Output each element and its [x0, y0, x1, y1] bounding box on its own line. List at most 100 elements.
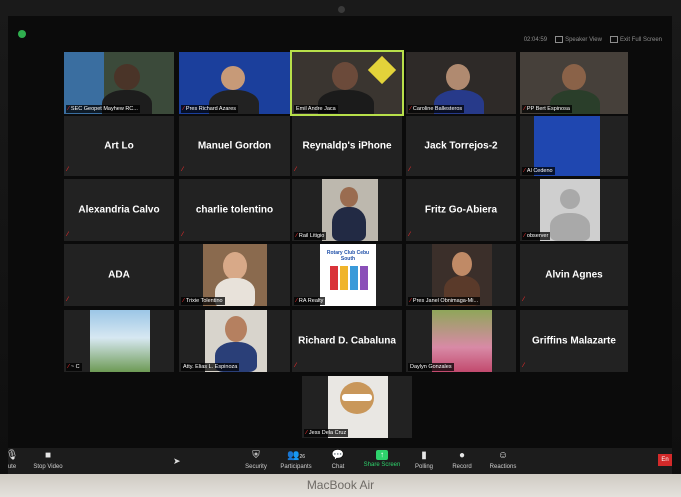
- muted-mic-icon: ⁄: [68, 364, 69, 370]
- participant-head: [452, 252, 472, 276]
- chat-button[interactable]: 💬 Chat: [328, 450, 348, 470]
- reactions-label: Reactions: [489, 464, 517, 470]
- speaker-view-button[interactable]: Speaker View: [555, 36, 602, 43]
- participant-name: ⁄ Al Cedeno: [522, 167, 555, 175]
- video-tile[interactable]: ⁄ SEC Geopet Mayhew RC...: [64, 52, 174, 114]
- video-tile[interactable]: Atty. Elias L. Espinoza: [179, 310, 290, 372]
- share-screen-label: Share Screen: [363, 462, 401, 468]
- meeting-timer: 02:04:59: [523, 36, 548, 43]
- participant-name: Alvin Agnes: [545, 269, 603, 281]
- muted-mic-icon: ⁄: [524, 233, 525, 239]
- participant-name: ⁄ Jess Dela Cruz: [304, 429, 349, 437]
- participant-name: Art Lo: [104, 140, 134, 152]
- participant-name: Fritz Go-Abiera: [424, 204, 498, 216]
- reactions-button[interactable]: ☺ Reactions: [488, 450, 518, 470]
- zoom-window: 02:04:59 Speaker View Exit Full Screen ⁄…: [8, 16, 672, 476]
- muted-mic-icon: ⁄: [183, 298, 184, 304]
- video-tile[interactable]: ⁄ Rail Litigio: [292, 179, 402, 241]
- participant-name: Jack Torrejos-2: [424, 140, 498, 152]
- security-button[interactable]: ⛨ Security: [242, 450, 270, 470]
- participant-name: ⁄ Rail Litigio: [294, 232, 327, 240]
- exit-full-screen-label: Exit Full Screen: [619, 37, 662, 44]
- name-tile[interactable]: Griffins Malazarte ⁄: [520, 310, 628, 372]
- video-tile[interactable]: ⁄ Caroline Ballesteros: [406, 52, 516, 114]
- muted-mic-icon: ⁄: [68, 106, 69, 112]
- participant-video: [562, 64, 586, 90]
- meeting-toolbar: 🎙 ute ■ Stop Video ⛨ Security 👥26 Participan…: [8, 448, 672, 476]
- video-camera-icon: ■: [44, 450, 52, 461]
- participant-name: ⁄ PP Bert Espinosa: [522, 105, 572, 113]
- participant-name: Alexandria Calvo: [78, 204, 160, 216]
- video-tile[interactable]: Daylyn Gonzales: [406, 310, 516, 372]
- video-tile[interactable]: ⁄ observer: [520, 179, 628, 241]
- name-tile[interactable]: Art Lo ⁄: [64, 116, 174, 176]
- video-tile[interactable]: ⁄ Pres Janel Obnimaga-Mi...: [406, 244, 516, 306]
- name-tile[interactable]: Fritz Go-Abiera ⁄: [406, 179, 516, 241]
- top-bar: 02:04:59 Speaker View Exit Full Screen: [524, 36, 662, 43]
- name-tile[interactable]: Alexandria Calvo ⁄: [64, 179, 174, 241]
- mute-button[interactable]: 🎙 ute: [8, 450, 20, 470]
- active-speaker-tile[interactable]: Emil Andre Jaca: [290, 50, 404, 116]
- video-tile[interactable]: ⁄ ~ C: [64, 310, 174, 372]
- name-tile[interactable]: Jack Torrejos-2 ⁄: [406, 116, 516, 176]
- participant-name: Emil Andre Jaca: [294, 105, 338, 113]
- participant-video: [332, 62, 358, 90]
- mouse-cursor-icon: ➤: [173, 456, 181, 466]
- muted-mic-icon: ⁄: [306, 430, 307, 436]
- record-button[interactable]: ● Record: [450, 450, 474, 470]
- muted-mic-icon: ⁄: [410, 106, 411, 112]
- video-tile[interactable]: ⁄ PP Bert Espinosa: [520, 52, 628, 114]
- logo-bar-purple: [360, 266, 368, 290]
- grid-icon: [555, 36, 564, 43]
- end-meeting-button[interactable]: En: [658, 454, 672, 466]
- muted-mic-icon: ⁄: [409, 167, 411, 173]
- encryption-shield-icon: [18, 30, 26, 38]
- muted-mic-icon: ⁄: [295, 167, 297, 173]
- polling-label: Polling: [414, 464, 433, 470]
- speaker-view-label: Speaker View: [565, 37, 602, 44]
- muted-mic-icon: ⁄: [182, 232, 184, 238]
- muted-mic-icon: ⁄: [296, 233, 297, 239]
- share-screen-button[interactable]: ↑ Share Screen: [363, 450, 401, 468]
- muted-mic-icon: ⁄: [409, 232, 411, 238]
- video-tile[interactable]: ⁄ Jess Dela Cruz: [302, 376, 412, 438]
- video-tile[interactable]: Rotary Club Cebu South ⁄ RA Realty: [292, 244, 402, 306]
- video-tile[interactable]: ⁄ Al Cedeno: [520, 116, 628, 176]
- record-label: Record: [452, 464, 472, 470]
- participant-name: ⁄ Pres Janel Obnimaga-Mi...: [408, 297, 481, 305]
- participant-name: ⁄ observer: [522, 232, 551, 240]
- participant-name: ⁄ Pres Richard Azares: [181, 105, 239, 113]
- logo-bar-yellow: [340, 266, 348, 290]
- name-tile[interactable]: Manuel Gordon ⁄: [179, 116, 290, 176]
- mute-label: ute: [8, 464, 17, 470]
- webcam: [338, 6, 345, 13]
- participants-button[interactable]: 👥26 Participants: [278, 450, 314, 470]
- emoji-plus-icon: ☺: [497, 450, 509, 461]
- muted-mic-icon: ⁄: [524, 168, 525, 174]
- name-tile[interactable]: Alvin Agnes ⁄: [520, 244, 628, 306]
- muted-mic-icon: ⁄: [295, 363, 297, 369]
- participant-name: ⁄ Caroline Ballesteros: [408, 105, 465, 113]
- chat-label: Chat: [331, 464, 345, 470]
- road-sign: [367, 55, 397, 85]
- name-tile[interactable]: Richard D. Cabaluna ⁄: [292, 310, 402, 372]
- stop-video-button[interactable]: ■ Stop Video: [32, 450, 64, 470]
- avatar-icon: [560, 189, 580, 209]
- name-tile[interactable]: Reynaldp's iPhone ⁄: [292, 116, 402, 176]
- chat-bubble-icon: 💬: [331, 450, 345, 461]
- muted-mic-icon: ⁄: [523, 363, 525, 369]
- participants-label: Participants: [280, 464, 312, 470]
- name-tile[interactable]: ADA ⁄: [64, 244, 174, 306]
- exit-full-screen-button[interactable]: Exit Full Screen: [609, 36, 662, 44]
- microphone-icon: 🎙: [8, 450, 19, 461]
- share-arrow-icon: ↑: [376, 450, 388, 460]
- participant-body: [332, 207, 366, 241]
- muted-mic-icon: ⁄: [67, 297, 69, 303]
- polling-button[interactable]: ▮ Polling: [412, 450, 436, 470]
- muted-mic-icon: ⁄: [524, 106, 525, 112]
- name-tile[interactable]: charlie tolentino ⁄: [179, 179, 290, 241]
- muted-mic-icon: ⁄: [523, 297, 525, 303]
- video-tile[interactable]: ⁄ Pres Richard Azares: [179, 52, 290, 114]
- video-tile[interactable]: ⁄ Trixie Tolentino: [179, 244, 290, 306]
- participant-name: ⁄ SEC Geopet Mayhew RC...: [66, 105, 140, 113]
